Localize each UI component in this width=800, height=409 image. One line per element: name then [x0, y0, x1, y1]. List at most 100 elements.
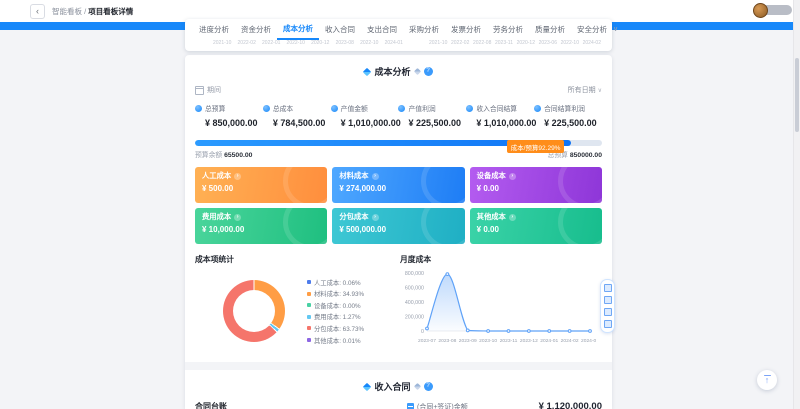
tab-质量分析[interactable]: 质量分析	[529, 20, 571, 39]
legend-item-其他成本[interactable]: 其他成本: 0.01%	[307, 336, 364, 345]
avatar[interactable]	[753, 3, 768, 18]
kpi-value: ¥ 1,010,000.00	[331, 118, 399, 128]
tab-成本分析[interactable]: 成本分析	[277, 19, 319, 40]
kpi-label-text: 合同结算利润	[544, 103, 585, 113]
cost-card-label-text: 材料成本	[339, 171, 368, 181]
back-button[interactable]: ‹	[30, 4, 45, 19]
kpi-总预算: 总预算¥ 850,000.00	[195, 103, 263, 128]
cost-card-费用成本[interactable]: 费用成本›¥ 10,000.00	[195, 208, 327, 244]
tab-进度分析[interactable]: 进度分析	[193, 20, 235, 39]
tabs-collapse-chevron-icon[interactable]: ∨	[613, 25, 618, 33]
legend-dot	[307, 303, 311, 307]
legend-text: 分包成本: 63.73%	[314, 324, 364, 333]
svg-text:2023-11: 2023-11	[500, 338, 518, 344]
charts-row: 成本项统计 人工成本: 0.06% 材料成本: 34.93% 设备成本: 0.00%…	[195, 254, 602, 352]
arrow-right-icon: ›	[372, 214, 379, 221]
cost-section-title: 成本分析	[374, 65, 410, 78]
cost-card-label: 其他成本›	[477, 212, 595, 222]
cost-card-人工成本[interactable]: 人工成本›¥ 500.00	[195, 167, 327, 203]
cost-card-label-text: 费用成本	[202, 212, 231, 222]
legend-item-分包成本[interactable]: 分包成本: 63.73%	[307, 324, 364, 333]
cost-card-分包成本[interactable]: 分包成本›¥ 500,000.00	[332, 208, 464, 244]
help-icon[interactable]: ?	[424, 67, 433, 76]
plus-icon	[604, 320, 612, 328]
cost-donut-chart	[223, 280, 285, 342]
donut-chart-title: 成本项统计	[195, 254, 400, 265]
chart-icon	[604, 296, 612, 304]
section-deco-icon-right	[413, 68, 420, 75]
budget-remaining: 预算余额 65500.00	[195, 149, 252, 159]
cost-card-设备成本[interactable]: 设备成本›¥ 0.00	[470, 167, 602, 203]
tab-发票分析[interactable]: 发票分析	[445, 20, 487, 39]
monthly-area-chart: 800,000600,000400,000200,00002023-072023…	[400, 265, 602, 352]
tab-资金分析[interactable]: 资金分析	[235, 20, 277, 39]
up-arrow-icon: ↑	[765, 376, 770, 385]
legend-item-费用成本[interactable]: 费用成本: 1.27%	[307, 312, 364, 321]
tab-支出合同[interactable]: 支出合同	[361, 20, 403, 39]
svg-text:600,000: 600,000	[405, 286, 424, 292]
kpi-label-text: 总预算	[205, 103, 225, 113]
arrow-right-icon: ›	[509, 214, 516, 221]
area-chart-svg: 800,000600,000400,000200,00002023-072023…	[400, 265, 596, 347]
date-label: 2022-02	[451, 40, 469, 46]
kpi-label-text: 产值金额	[341, 103, 368, 113]
date-label: 2020-12	[311, 40, 329, 46]
amount-total: ¥ 1,120,000.00	[539, 401, 602, 409]
svg-text:2024-02: 2024-02	[561, 338, 579, 344]
section-divider	[185, 362, 612, 370]
date-label: 2021-10	[429, 40, 447, 46]
date-range-dropdown[interactable]: 所有日期 ∨	[568, 85, 602, 95]
kpi-value: ¥ 1,010,000.00	[466, 118, 534, 128]
legend-dot	[307, 292, 311, 296]
analysis-tabs: 进度分析资金分析成本分析收入合同支出合同采购分析发票分析劳务分析质量分析安全分析…	[185, 19, 612, 39]
breadcrumb-root[interactable]: 智能看板	[52, 7, 82, 16]
kpi-产值利润: 产值利润 ¥ 225,500.00	[398, 103, 466, 128]
bar-chart-icon	[407, 403, 414, 409]
kpi-label: 总成本	[263, 103, 331, 113]
arrow-right-icon: ›	[234, 214, 241, 221]
arrow-right-icon: ›	[509, 173, 516, 180]
date-label: 2021-10	[213, 40, 231, 46]
period-label: 期间	[207, 85, 221, 95]
tab-劳务分析[interactable]: 劳务分析	[487, 20, 529, 39]
ledger-title: 合同台账	[195, 401, 407, 409]
legend-text: 材料成本: 34.93%	[314, 289, 364, 298]
date-range-value: 所有日期	[568, 87, 596, 94]
cost-card-label: 费用成本›	[202, 212, 320, 222]
section-deco-icon-right	[413, 383, 420, 390]
date-label: 2022-08	[473, 40, 491, 46]
cost-card-value: ¥ 500,000.00	[339, 225, 457, 234]
cost-card-value: ¥ 0.00	[477, 225, 595, 234]
legend-dot	[307, 280, 311, 284]
cost-card-材料成本[interactable]: 材料成本›¥ 274,000.00	[332, 167, 464, 203]
tab-采购分析[interactable]: 采购分析	[403, 20, 445, 39]
tab-收入合同[interactable]: 收入合同	[319, 20, 361, 39]
legend-item-人工成本[interactable]: 人工成本: 0.06%	[307, 278, 364, 287]
svg-text:0: 0	[421, 329, 424, 335]
budget-progress-block: 成本/预算92.29% 预算余额 65500.00 总预算 850000.00	[195, 140, 602, 159]
legend-item-材料成本[interactable]: 材料成本: 34.93%	[307, 289, 364, 298]
user-avatar-group[interactable]	[753, 3, 793, 17]
legend-item-设备成本[interactable]: 设备成本: 0.00%	[307, 301, 364, 310]
date-group-2: 2021-102022-022022-082023-112020-122023-…	[429, 40, 601, 46]
kpi-label-text: 产值利润	[408, 103, 435, 113]
tab-安全分析[interactable]: 安全分析	[571, 20, 613, 39]
cost-card-其他成本[interactable]: 其他成本› ¥ 0.00	[470, 208, 602, 244]
page-scrollbar	[793, 0, 800, 409]
back-to-top-button[interactable]: ↑	[757, 370, 777, 390]
period-filter[interactable]: 期间	[195, 85, 221, 95]
coin-icon	[263, 105, 270, 112]
date-label: 2020-12	[517, 40, 535, 46]
cost-budget-ratio-badge: 成本/预算92.29%	[507, 140, 565, 153]
analysis-tab-panel: 进度分析资金分析成本分析收入合同支出合同采购分析发票分析劳务分析质量分析安全分析…	[185, 19, 612, 51]
amount-label: (合同+签证)金额	[407, 402, 468, 409]
help-icon[interactable]: ?	[424, 382, 433, 391]
date-label: 2022-10	[360, 40, 378, 46]
svg-text:800,000: 800,000	[405, 271, 424, 277]
kpi-value: ¥ 225,500.00	[398, 118, 466, 128]
floating-assistant-toolbar[interactable]	[600, 279, 615, 333]
grid-icon	[604, 308, 612, 316]
scrollbar-thumb[interactable]	[795, 58, 799, 132]
donut-legend: 人工成本: 0.06% 材料成本: 34.93% 设备成本: 0.00% 费用成本: …	[307, 275, 364, 347]
cost-card-label-text: 设备成本	[477, 171, 506, 181]
